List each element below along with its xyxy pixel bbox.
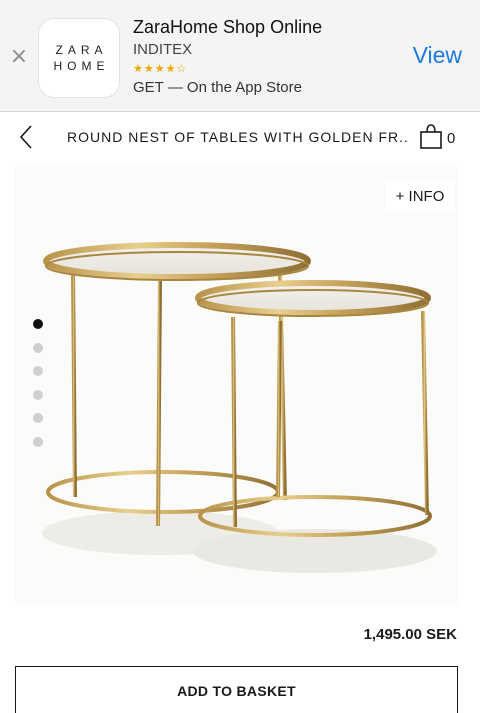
pager-dot[interactable] (33, 389, 43, 400)
product-image (42, 242, 437, 573)
pager-dot[interactable] (33, 436, 43, 447)
app-icon[interactable]: ZARA HOME (38, 18, 120, 98)
app-icon-line1: ZARA (55, 43, 108, 57)
app-store-banner: × ZARA HOME ZaraHome Shop Online INDITEX… (0, 0, 480, 112)
add-to-basket-button[interactable]: ADD TO BASKET (15, 666, 458, 713)
view-app-button[interactable]: View (413, 42, 462, 69)
pager-dot[interactable] (33, 413, 43, 423)
pager-dot[interactable] (33, 366, 43, 376)
product-image-gallery[interactable]: + INFO (15, 165, 458, 605)
product-title: ROUND NEST OF TABLES WITH GOLDEN FR... (67, 129, 407, 145)
chevron-left-icon[interactable] (14, 122, 40, 152)
rating-stars-icon: ★★★★☆ (133, 62, 188, 75)
close-icon[interactable]: × (8, 44, 30, 70)
pager-dot[interactable] (33, 319, 43, 329)
app-icon-line2: HOME (53, 59, 110, 73)
product-price: 1,495.00 SEK (363, 626, 457, 643)
product-header: ROUND NEST OF TABLES WITH GOLDEN FR... 0 (0, 112, 480, 162)
app-get-text: GET — On the App Store (133, 79, 302, 96)
app-developer: INDITEX (133, 41, 193, 58)
shopping-bag-icon[interactable] (418, 121, 444, 151)
info-button[interactable]: + INFO (387, 181, 453, 211)
pager-dot[interactable] (33, 342, 43, 353)
image-pager (33, 319, 45, 460)
app-name: ZaraHome Shop Online (133, 17, 323, 37)
bag-count: 0 (447, 130, 456, 147)
